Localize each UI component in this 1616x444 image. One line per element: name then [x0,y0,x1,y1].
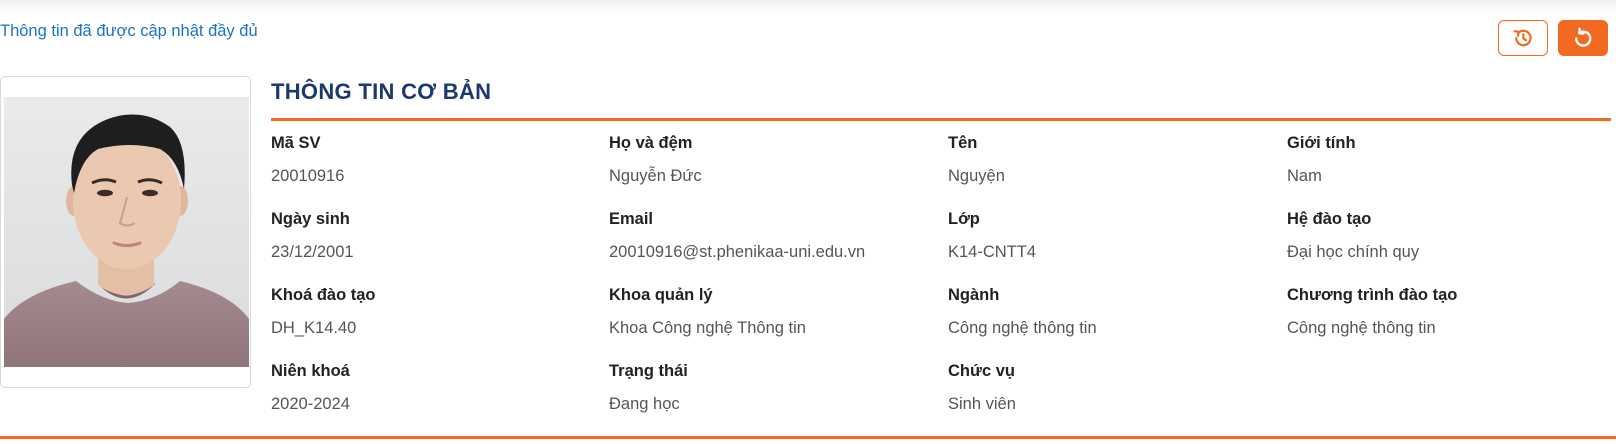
field-label: Khoa quản lý [609,286,713,304]
field-value: 23/12/2001 [271,243,354,261]
reset-icon [1575,27,1592,47]
field-value: 20010916 [271,167,345,185]
field-label: Niên khoá [271,362,350,380]
field-value: 2020-2024 [271,395,350,413]
field-label: Giới tính [1287,134,1356,152]
field-label: Mã SV [271,134,321,152]
history-icon [1513,29,1532,47]
field-value: Đang học [609,395,680,413]
field-value: 20010916@st.phenikaa-uni.edu.vn [609,243,866,261]
top-shadow [0,0,1616,14]
section-title: THÔNG TIN CƠ BẢN [271,79,492,104]
field-label: Lớp [948,210,980,228]
field-value: Nguyễn Đức [609,167,702,185]
field-value: Nguyện [948,167,1005,185]
field-value: Công nghệ thông tin [948,319,1097,337]
history-button[interactable] [1498,20,1548,56]
title-divider [271,118,1611,121]
field-value: Khoa Công nghệ Thông tin [609,319,806,337]
field-value: Nam [1287,167,1322,185]
field-label: Chức vụ [948,362,1015,380]
field-value: K14-CNTT4 [948,243,1037,261]
field-label: Trạng thái [609,362,688,380]
bottom-divider [0,436,1616,439]
field-value: Sinh viên [948,395,1016,413]
student-photo [4,97,249,367]
field-label: Email [609,210,654,228]
field-label: Hệ đào tạo [1287,210,1372,228]
field-value: Công nghệ thông tin [1287,319,1436,337]
status-message: Thông tin đã được cập nhật đầy đủ [0,22,258,40]
reset-button[interactable] [1558,20,1608,56]
student-photo-icon [4,97,249,367]
field-label: Ngày sinh [271,210,350,228]
field-label: Khoá đào tạo [271,286,376,304]
field-label: Chương trình đào tạo [1287,286,1458,304]
profile-photo-card [0,76,251,388]
field-label: Ngành [948,286,1000,304]
field-label: Họ và đệm [609,134,693,152]
field-value: DH_K14.40 [271,319,357,337]
field-value: Đại học chính quy [1287,243,1420,261]
field-label: Tên [948,134,978,152]
